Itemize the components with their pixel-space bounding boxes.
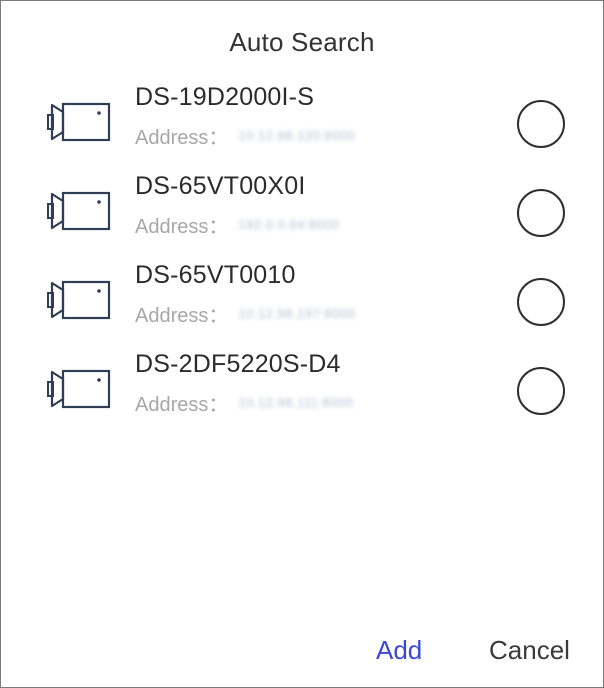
select-radio[interactable] bbox=[517, 278, 565, 326]
camera-icon bbox=[47, 369, 111, 409]
device-name: DS-65VT00X0I bbox=[135, 172, 306, 200]
dialog-actions: Add Cancel bbox=[1, 635, 603, 669]
address-value: 10.12.98.197:8000 bbox=[238, 305, 356, 321]
select-radio[interactable] bbox=[517, 367, 565, 415]
auto-search-dialog: Auto Search DS-19D2000I-S Address： 10.12… bbox=[0, 0, 604, 688]
select-radio[interactable] bbox=[517, 100, 565, 148]
device-row[interactable]: DS-65VT0010 Address： 10.12.98.197:8000 bbox=[1, 259, 603, 348]
address-label: Address： bbox=[135, 393, 229, 416]
address-value: 192.0.0.64:8000 bbox=[238, 216, 340, 232]
camera-icon bbox=[47, 102, 111, 142]
device-name: DS-2DF5220S-D4 bbox=[135, 350, 341, 378]
device-address: Address： 10.12.98.120:8000 bbox=[135, 121, 355, 149]
device-row[interactable]: DS-65VT00X0I Address： 192.0.0.64:8000 bbox=[1, 170, 603, 259]
address-value: 10.12.98.111:8000 bbox=[238, 394, 354, 410]
dialog-title: Auto Search bbox=[229, 27, 375, 57]
add-button[interactable]: Add bbox=[376, 635, 422, 666]
device-name: DS-19D2000I-S bbox=[135, 83, 315, 111]
device-address: Address： 10.12.98.111:8000 bbox=[135, 388, 353, 416]
cancel-button[interactable]: Cancel bbox=[489, 635, 570, 666]
address-label: Address： bbox=[135, 215, 229, 238]
device-address: Address： 192.0.0.64:8000 bbox=[135, 210, 340, 238]
camera-icon bbox=[47, 280, 111, 320]
device-name: DS-65VT0010 bbox=[135, 261, 296, 289]
device-row[interactable]: DS-19D2000I-S Address： 10.12.98.120:8000 bbox=[1, 81, 603, 170]
device-row[interactable]: DS-2DF5220S-D4 Address： 10.12.98.111:800… bbox=[1, 348, 603, 437]
camera-icon bbox=[47, 191, 111, 231]
device-list: DS-19D2000I-S Address： 10.12.98.120:8000… bbox=[1, 81, 603, 437]
address-label: Address： bbox=[135, 126, 229, 149]
address-value: 10.12.98.120:8000 bbox=[238, 127, 356, 143]
device-address: Address： 10.12.98.197:8000 bbox=[135, 299, 355, 327]
address-label: Address： bbox=[135, 304, 229, 327]
select-radio[interactable] bbox=[517, 189, 565, 237]
